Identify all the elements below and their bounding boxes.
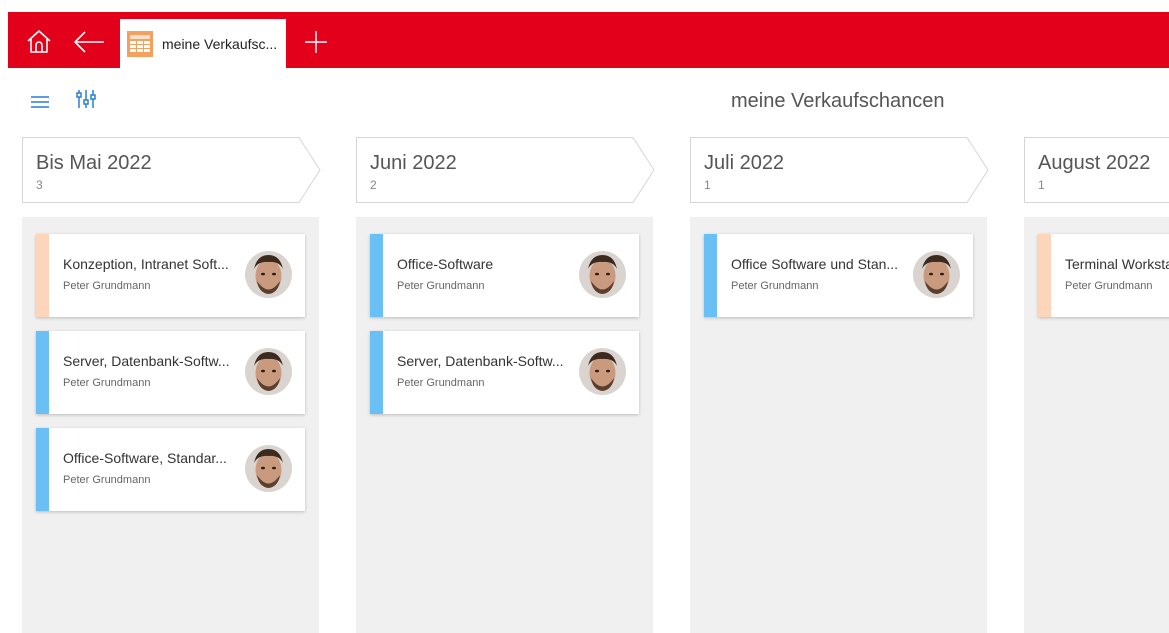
plus-icon[interactable] [304,30,328,54]
card-title: Terminal Workstation [1065,256,1169,272]
column-header[interactable]: Juli 2022 1 [690,137,990,203]
table-icon [127,30,153,57]
status-stripe [36,234,49,317]
column-august-2022: August 2022 1 Terminal Workstation Peter… [1024,137,1169,633]
column-count: 1 [704,178,711,192]
tab-verkaufschancen[interactable]: meine Verkaufsc... [120,19,286,68]
user-avatar [245,445,292,492]
opportunity-card[interactable]: Office-Software Peter Grundmann [370,234,639,317]
card-title: Server, Datenbank-Softw... [397,353,564,369]
status-stripe [1038,234,1051,317]
top-bar: meine Verkaufsc... [8,12,1169,68]
status-stripe [370,234,383,317]
column-count: 3 [36,178,43,192]
card-title: Office-Software, Standar... [63,450,227,466]
opportunity-card[interactable]: Konzeption, Intranet Soft... Peter Grund… [36,234,305,317]
sliders-icon[interactable] [75,88,97,110]
card-owner: Peter Grundmann [731,280,819,292]
home-icon[interactable] [26,28,52,54]
card-title: Server, Datenbank-Softw... [63,353,230,369]
hamburger-menu-icon[interactable] [31,95,49,109]
status-stripe [704,234,717,317]
page-title: meine Verkaufschancen [731,90,945,112]
column-body: Konzeption, Intranet Soft... Peter Grund… [22,217,319,633]
column-bis-mai-2022: Bis Mai 2022 3 Konzeption, Intranet Soft… [22,137,322,633]
card-title: Konzeption, Intranet Soft... [63,256,229,272]
opportunity-card[interactable]: Office-Software, Standar... Peter Grundm… [36,428,305,511]
opportunity-card[interactable]: Server, Datenbank-Softw... Peter Grundma… [370,331,639,414]
opportunity-card[interactable]: Terminal Workstation Peter Grundmann [1038,234,1169,317]
toolbar: meine Verkaufschancen [8,68,1169,132]
column-body: Office Software und Stan... Peter Grundm… [690,217,987,633]
card-owner: Peter Grundmann [63,280,151,292]
user-avatar [245,348,292,395]
status-stripe [370,331,383,414]
opportunity-card[interactable]: Office Software und Stan... Peter Grundm… [704,234,973,317]
card-owner: Peter Grundmann [397,280,485,292]
column-title: Bis Mai 2022 [36,152,152,174]
card-title: Office-Software [397,256,494,272]
opportunity-card[interactable]: Server, Datenbank-Softw... Peter Grundma… [36,331,305,414]
column-title: August 2022 [1038,152,1151,174]
column-count: 1 [1038,178,1045,192]
column-title: Juni 2022 [370,152,457,174]
column-header[interactable]: Juni 2022 2 [356,137,656,203]
column-juli-2022: Juli 2022 1 Office Software und Stan... … [690,137,990,633]
column-body: Office-Software Peter Grundmann Server, … [356,217,653,633]
user-avatar [245,251,292,298]
arrow-left-icon[interactable] [72,30,106,54]
card-owner: Peter Grundmann [1065,280,1153,292]
user-avatar [913,251,960,298]
tab-label: meine Verkaufsc... [162,35,278,52]
card-title: Office Software und Stan... [731,256,899,272]
column-title: Juli 2022 [704,152,785,174]
column-header[interactable]: Bis Mai 2022 3 [22,137,322,203]
column-body: Terminal Workstation Peter Grundmann [1024,217,1169,633]
column-juni-2022: Juni 2022 2 Office-Software Peter Grundm… [356,137,656,633]
column-header[interactable]: August 2022 1 [1024,137,1169,203]
status-stripe [36,428,49,511]
card-owner: Peter Grundmann [63,474,151,486]
user-avatar [579,251,626,298]
status-stripe [36,331,49,414]
column-count: 2 [370,178,377,192]
card-owner: Peter Grundmann [63,377,151,389]
user-avatar [579,348,626,395]
card-owner: Peter Grundmann [397,377,485,389]
